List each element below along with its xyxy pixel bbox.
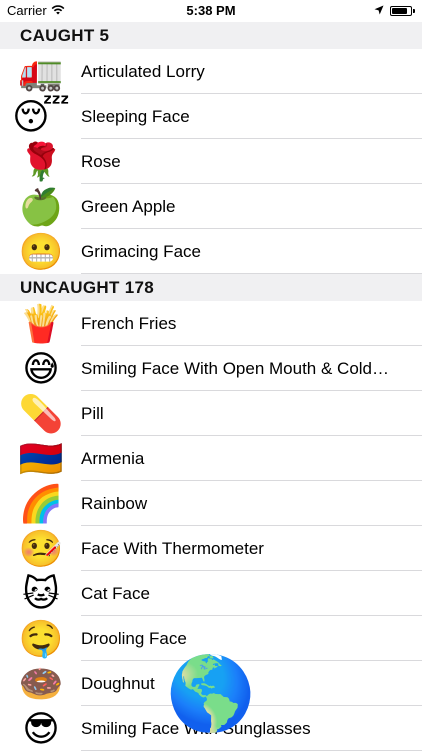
globe-emoji-icon[interactable]: 🌎	[166, 654, 256, 734]
emoji-icon: 🤒	[18, 528, 64, 569]
list-item[interactable]: 💊 Pill	[0, 391, 422, 436]
battery-level	[392, 8, 408, 14]
list-item-label: Rainbow	[81, 494, 148, 513]
status-right	[374, 0, 415, 22]
emoji-icon: 🍩	[18, 663, 64, 704]
row-separator	[81, 273, 422, 274]
emoji-icon: 💊	[18, 393, 64, 434]
emoji-icon: 🤤	[18, 618, 64, 659]
emoji-icon: 🌹	[18, 141, 64, 182]
list-item-label: French Fries	[81, 314, 177, 333]
list-item[interactable]: 🐱 Cat Face	[0, 571, 422, 616]
status-bar: Carrier 5:38 PM	[0, 0, 422, 22]
section-header: UNCAUGHT 178	[0, 274, 422, 301]
list-item[interactable]: 🤒 Face With Thermometer	[0, 526, 422, 571]
list-item-label: Face With Thermometer	[81, 539, 264, 558]
emoji-icon: 😅	[22, 348, 60, 389]
emoji-icon: 🌈	[18, 483, 64, 524]
list-item[interactable]: 🌈 Rainbow	[0, 481, 422, 526]
list-item[interactable]: 🌹 Rose	[0, 139, 422, 184]
list-item-label: Rose	[81, 152, 121, 171]
emoji-icon: 😴	[12, 96, 70, 137]
list-item-label: Green Apple	[81, 197, 176, 216]
list-item-label: Sleeping Face	[81, 107, 190, 126]
list-item[interactable]: 🇦🇲 Armenia	[0, 436, 422, 481]
emoji-icon: 😬	[18, 231, 64, 272]
list-item[interactable]: 😬 Grimacing Face	[0, 229, 422, 274]
emoji-list[interactable]: CAUGHT 5 🚛 Articulated Lorry 😴 Sleeping Face…	[0, 22, 422, 751]
emoji-icon: 🐱	[22, 573, 60, 614]
list-item-label: Articulated Lorry	[81, 62, 205, 81]
location-arrow-icon	[374, 0, 384, 22]
list-item-label: Armenia	[81, 449, 145, 468]
list-item[interactable]: 🍏 Green Apple	[0, 184, 422, 229]
status-time: 5:38 PM	[186, 3, 236, 18]
section-header: CAUGHT 5	[0, 22, 422, 49]
battery-icon	[390, 6, 412, 16]
emoji-icon: 🍏	[18, 186, 64, 227]
list-item-label: Smiling Face With Open Mouth & Cold…	[81, 359, 390, 378]
list-item[interactable]: 😴 Sleeping Face	[0, 94, 422, 139]
emoji-icon: 🚛	[18, 51, 64, 92]
emoji-icon: 🍟	[18, 303, 64, 344]
list-item-label: Cat Face	[81, 584, 150, 603]
emoji-icon: 😎	[22, 708, 60, 749]
list-item[interactable]: 🍟 French Fries	[0, 301, 422, 346]
list-item[interactable]: 😅 Smiling Face With Open Mouth & Cold…	[0, 346, 422, 391]
battery-cap	[413, 9, 415, 13]
list-item-label: Grimacing Face	[81, 242, 201, 261]
list-item[interactable]: 🚛 Articulated Lorry	[0, 49, 422, 94]
list-item-label: Pill	[81, 404, 104, 423]
emoji-icon: 🇦🇲	[18, 438, 64, 479]
